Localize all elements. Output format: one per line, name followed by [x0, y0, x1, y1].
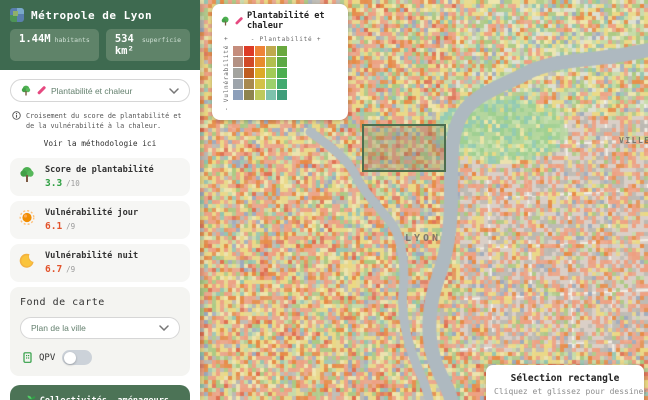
layer-select-value: Plantabilité et chaleur — [51, 86, 164, 96]
metric-vulnerability-night: Vulnérabilité nuit 6.7/9 — [10, 244, 190, 282]
bivariate-matrix — [233, 46, 339, 100]
layer-info: Croisement du score de plantabilité et d… — [10, 111, 190, 131]
metric-max: /9 — [66, 265, 75, 274]
qpv-label: QPV — [39, 353, 55, 363]
metric-label: Score de plantabilité — [45, 165, 181, 175]
app-title: Métropole de Lyon — [31, 9, 152, 22]
selection-rectangle[interactable] — [362, 124, 446, 172]
metric-plantability: Score de plantabilité 3.3/10 — [10, 158, 190, 196]
stat-superficie: 534 km² superficie — [106, 29, 190, 61]
stat-superficie-value: 534 km² — [115, 33, 138, 57]
tree-icon — [221, 16, 230, 26]
pen-icon — [36, 86, 46, 96]
methodology-link[interactable]: Voir la méthodologie ici — [10, 139, 190, 148]
map-area: LYON VILLEURBANNE Plantabilité et cha — [200, 0, 648, 400]
metric-value: 3.3 — [45, 178, 62, 189]
stat-habitants-value: 1.44M — [19, 33, 51, 45]
metric-max: /10 — [66, 179, 80, 188]
metric-label: Vulnérabilité jour — [45, 208, 181, 218]
chevron-down-icon — [159, 325, 169, 331]
metric-vulnerability-day: Vulnérabilité jour 6.1/9 — [10, 201, 190, 239]
metric-value: 6.7 — [45, 264, 62, 275]
cta-title: Collectivités, aménageurs, urbanistes — [18, 394, 182, 400]
layer-info-text: Croisement du score de plantabilité et d… — [26, 111, 188, 131]
legend-y-axis: - Vulnérabilité + — [223, 36, 230, 111]
seedling-icon — [26, 394, 37, 400]
basemap-select[interactable]: Plan de la ville — [20, 317, 180, 339]
selection-tooltip-subtitle: Cliquez et glissez pour dessiner. — [494, 387, 636, 396]
selection-tooltip: Sélection rectangle Cliquez et glissez p… — [486, 365, 644, 400]
chevron-down-icon — [169, 88, 179, 94]
metric-label: Vulnérabilité nuit — [45, 251, 181, 261]
metric-max: /9 — [66, 222, 75, 231]
app-header: Métropole de Lyon 1.44M habitants 534 km… — [0, 0, 200, 70]
basemap-select-value: Plan de la ville — [31, 323, 154, 333]
selection-tooltip-title: Sélection rectangle — [494, 373, 636, 384]
stat-habitants-label: habitants — [55, 36, 90, 44]
legend-x-axis: - Plantabilité + — [233, 36, 339, 43]
basemap-title: Fond de carte — [20, 297, 180, 308]
app-root: Métropole de Lyon 1.44M habitants 534 km… — [0, 0, 648, 400]
layer-select[interactable]: Plantabilité et chaleur — [10, 79, 190, 102]
cta-card: Collectivités, aménageurs, urbanistes De… — [10, 385, 190, 400]
sun-icon — [19, 208, 45, 232]
legend-card: Plantabilité et chaleur - Vulnérabilité … — [212, 4, 348, 120]
app-logo-icon — [10, 8, 24, 22]
tree-icon — [21, 85, 31, 96]
legend-title: Plantabilité et chaleur — [247, 11, 339, 31]
pen-icon — [234, 17, 243, 26]
sidebar: Métropole de Lyon 1.44M habitants 534 km… — [0, 0, 200, 400]
stat-habitants: 1.44M habitants — [10, 29, 99, 61]
tree-icon — [19, 165, 45, 189]
metric-value: 6.1 — [45, 221, 62, 232]
info-icon — [12, 111, 21, 131]
stat-superficie-label: superficie — [142, 36, 181, 44]
moon-icon — [19, 251, 45, 275]
basemap-section: Fond de carte Plan de la ville — [10, 287, 190, 376]
qpv-toggle[interactable] — [62, 350, 92, 365]
building-icon — [23, 352, 32, 363]
